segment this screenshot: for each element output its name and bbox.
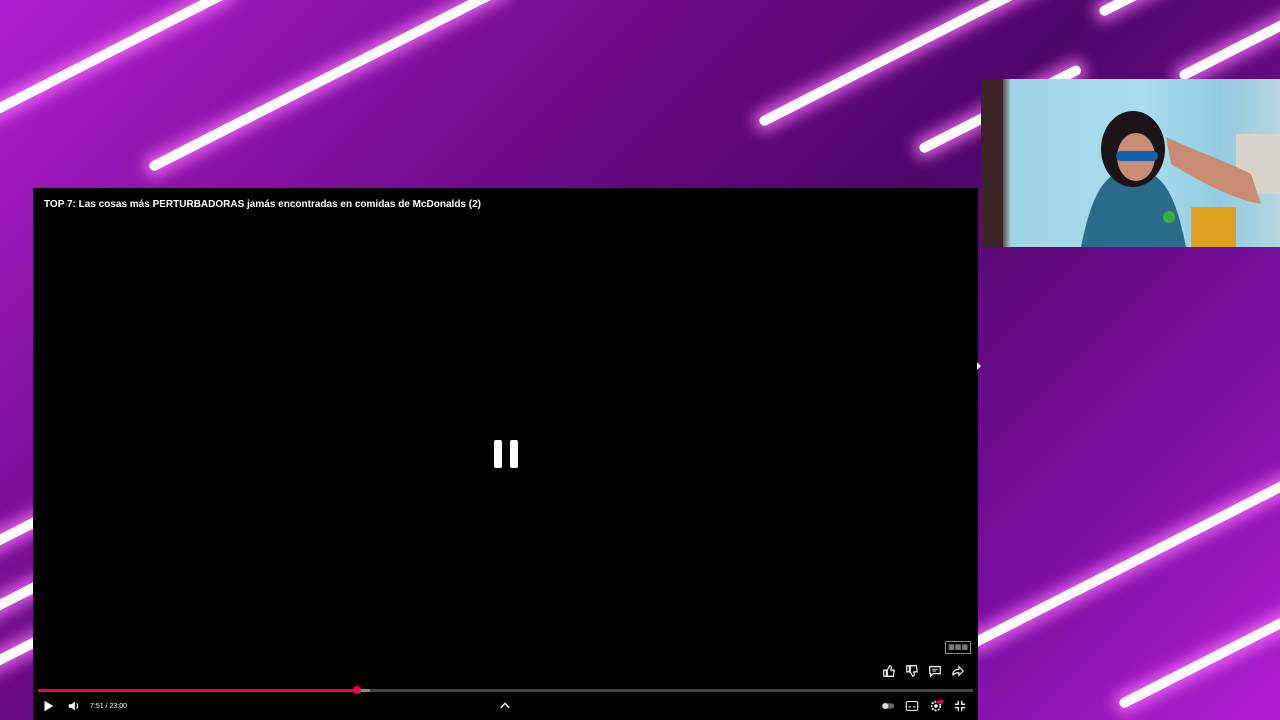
pause-icon[interactable] <box>494 440 518 468</box>
channel-watermark: ▦▦▦ <box>945 641 971 654</box>
time-display: 7:51 / 23:00 <box>90 702 127 710</box>
settings-icon[interactable] <box>928 698 944 714</box>
neon-stripe <box>967 477 1280 650</box>
progress-bar[interactable] <box>38 686 973 694</box>
dislike-icon[interactable] <box>904 663 920 679</box>
right-controls <box>880 698 968 714</box>
video-player[interactable]: TOP 7: Las cosas más PERTURBADORAS jamás… <box>33 188 978 720</box>
webcam-person-image <box>981 79 1280 247</box>
control-bar: 7:51 / 23:00 <box>33 696 978 716</box>
mouse-cursor <box>977 362 981 370</box>
side-action-bar <box>881 663 966 679</box>
video-title[interactable]: TOP 7: Las cosas más PERTURBADORAS jamás… <box>44 199 481 210</box>
subtitles-icon[interactable] <box>904 698 920 714</box>
exit-fullscreen-icon[interactable] <box>952 698 968 714</box>
progress-played <box>38 689 357 692</box>
play-icon[interactable] <box>40 698 56 714</box>
autoplay-toggle[interactable] <box>880 698 896 714</box>
like-icon[interactable] <box>881 663 897 679</box>
comment-icon[interactable] <box>927 663 943 679</box>
chevron-up-icon[interactable] <box>497 698 513 714</box>
neon-stripe <box>0 0 233 118</box>
volume-icon[interactable] <box>66 698 82 714</box>
progress-scrubber[interactable] <box>352 686 361 694</box>
neon-stripe <box>1177 8 1280 82</box>
webcam-overlay <box>981 79 1280 247</box>
neon-stripe <box>147 0 509 173</box>
neon-stripe <box>1097 0 1210 18</box>
share-icon[interactable] <box>950 663 966 679</box>
neon-stripe <box>1117 600 1280 710</box>
